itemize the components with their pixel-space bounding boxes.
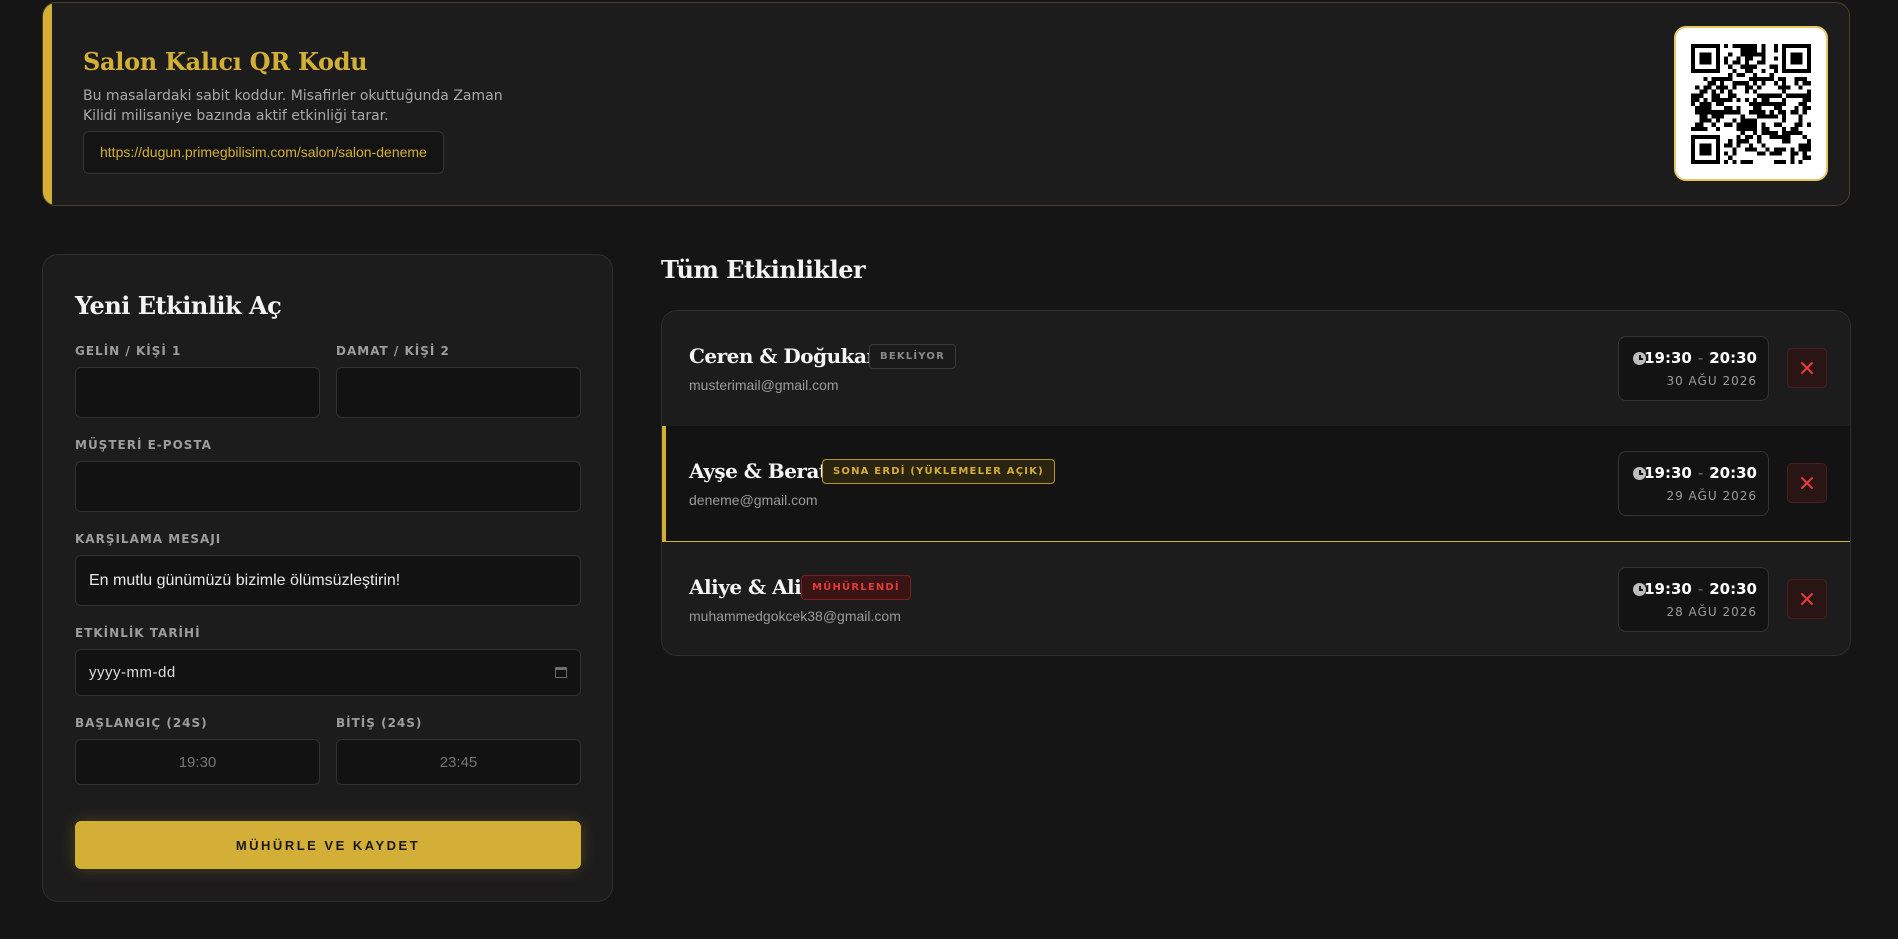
status-badge: BEKLİYOR <box>869 344 956 369</box>
event-row[interactable]: Ayşe & Berat SONA ERDİ (YÜKLEMELER AÇIK)… <box>662 426 1850 542</box>
event-date: 29 AĞU 2026 <box>1666 489 1757 503</box>
delete-event-button[interactable] <box>1787 463 1827 503</box>
groom-label: DAMAT / KİŞİ 2 <box>336 344 450 358</box>
event-row[interactable]: Aliye & Ali MÜHÜRLENDİ muhammedgokcek38@… <box>662 542 1850 655</box>
end-time-label: BİTİŞ (24S) <box>336 716 423 730</box>
event-email: musterimail@gmail.com <box>689 377 839 393</box>
start-time-label: BAŞLANGIÇ (24S) <box>75 716 208 730</box>
event-time-box: 19:30-20:30 29 AĞU 2026 <box>1618 451 1769 516</box>
events-list: Ceren & Doğukan BEKLİYOR musterimail@gma… <box>661 310 1851 656</box>
event-couple-names: Ayşe & Berat <box>689 459 828 483</box>
qr-code-icon <box>1674 26 1828 181</box>
qr-banner-title: Salon Kalıcı QR Kodu <box>83 47 368 76</box>
start-time-input[interactable] <box>75 739 320 785</box>
event-row[interactable]: Ceren & Doğukan BEKLİYOR musterimail@gma… <box>662 311 1850 426</box>
bride-label: GELİN / KİŞİ 1 <box>75 344 182 358</box>
event-email: deneme@gmail.com <box>689 492 818 508</box>
event-date-label: ETKİNLİK TARİHİ <box>75 626 201 640</box>
salon-url-field[interactable]: https://dugun.primegbilisim.com/salon/sa… <box>83 131 444 174</box>
calendar-icon[interactable] <box>555 667 567 678</box>
end-time-input[interactable] <box>336 739 581 785</box>
new-event-form: Yeni Etkinlik Aç GELİN / KİŞİ 1 DAMAT / … <box>42 254 613 902</box>
bride-input[interactable] <box>75 367 320 418</box>
event-date-input[interactable]: yyyy-mm-dd <box>75 649 581 696</box>
email-input[interactable] <box>75 461 581 512</box>
events-list-title: Tüm Etkinlikler <box>661 255 866 284</box>
event-time-box: 19:30-20:30 28 AĞU 2026 <box>1618 567 1769 632</box>
event-time-range: 19:30-20:30 <box>1644 580 1757 598</box>
close-icon <box>1801 362 1813 374</box>
event-time-box: 19:30-20:30 30 AĞU 2026 <box>1618 336 1769 401</box>
groom-input[interactable] <box>336 367 581 418</box>
event-couple-names: Aliye & Ali <box>689 575 802 599</box>
status-badge: SONA ERDİ (YÜKLEMELER AÇIK) <box>822 459 1055 484</box>
welcome-message-label: KARŞILAMA MESAJI <box>75 532 222 546</box>
close-icon <box>1801 477 1813 489</box>
event-email: muhammedgokcek38@gmail.com <box>689 608 901 624</box>
event-time-range: 19:30-20:30 <box>1644 464 1757 482</box>
seal-and-save-button[interactable]: MÜHÜRLE VE KAYDET <box>75 821 581 869</box>
event-time-range: 19:30-20:30 <box>1644 349 1757 367</box>
form-title: Yeni Etkinlik Aç <box>75 291 282 320</box>
event-date: 30 AĞU 2026 <box>1666 374 1757 388</box>
event-couple-names: Ceren & Doğukan <box>689 344 881 368</box>
event-date: 28 AĞU 2026 <box>1666 605 1757 619</box>
qr-banner-description: Bu masalardaki sabit koddur. Misafirler … <box>83 88 503 124</box>
welcome-message-input[interactable] <box>75 555 581 606</box>
close-icon <box>1801 593 1813 605</box>
salon-qr-banner: Salon Kalıcı QR Kodu Bu masalardaki sabi… <box>42 2 1850 206</box>
delete-event-button[interactable] <box>1787 348 1827 388</box>
accent-bar <box>43 3 52 205</box>
delete-event-button[interactable] <box>1787 579 1827 619</box>
status-badge: MÜHÜRLENDİ <box>801 575 911 600</box>
date-placeholder: yyyy-mm-dd <box>89 664 176 681</box>
email-label: MÜŞTERİ E-POSTA <box>75 438 212 452</box>
